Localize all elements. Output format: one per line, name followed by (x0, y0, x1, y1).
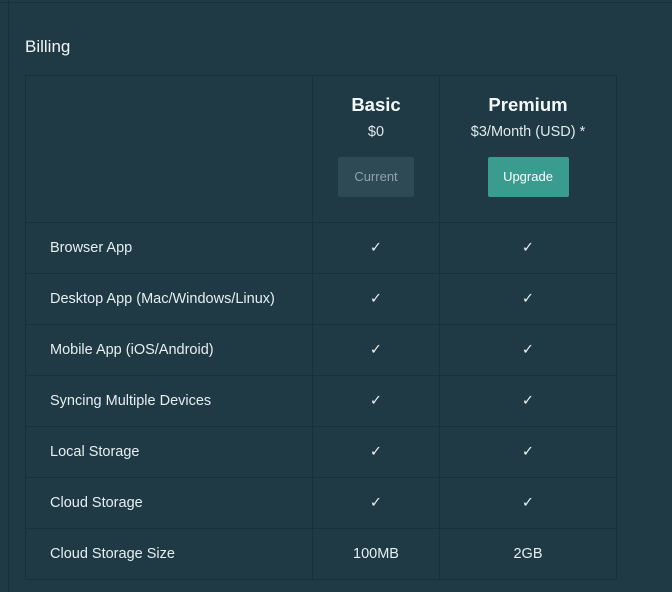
feature-label: Desktop App (Mac/Windows/Linux) (25, 273, 313, 325)
feature-label: Cloud Storage (25, 477, 313, 529)
upgrade-button[interactable]: Upgrade (487, 157, 569, 197)
check-icon: ✓ (312, 273, 440, 325)
table-row: Browser App ✓ ✓ (25, 222, 617, 274)
billing-page: Billing Basic $0 Current Premium $3/Mont… (0, 0, 672, 592)
plan-premium: Premium $3/Month (USD) * Upgrade (439, 75, 617, 223)
check-icon: ✓ (439, 477, 617, 529)
table-row: Desktop App (Mac/Windows/Linux) ✓ ✓ (25, 273, 617, 325)
storage-size-basic: 100MB (312, 528, 440, 580)
check-icon: ✓ (439, 375, 617, 427)
plan-price-premium: $3/Month (USD) * (470, 124, 586, 140)
check-icon: ✓ (312, 324, 440, 376)
plan-name-basic: Basic (351, 94, 401, 115)
section-title: Billing (25, 37, 71, 56)
check-icon: ✓ (439, 324, 617, 376)
check-icon: ✓ (312, 426, 440, 478)
billing-plan-table: Basic $0 Current Premium $3/Month (USD) … (25, 75, 617, 580)
table-row: Syncing Multiple Devices ✓ ✓ (25, 375, 617, 427)
table-row: Local Storage ✓ ✓ (25, 426, 617, 478)
check-icon: ✓ (312, 222, 440, 274)
feature-label: Cloud Storage Size (25, 528, 313, 580)
check-icon: ✓ (439, 222, 617, 274)
left-divider (8, 0, 9, 592)
check-icon: ✓ (439, 426, 617, 478)
plan-name-premium: Premium (488, 94, 568, 115)
table-row: Mobile App (iOS/Android) ✓ ✓ (25, 324, 617, 376)
table-row: Cloud Storage ✓ ✓ (25, 477, 617, 529)
storage-size-premium: 2GB (439, 528, 617, 580)
current-plan-button[interactable]: Current (338, 157, 414, 197)
table-row: Cloud Storage Size 100MB 2GB (25, 528, 617, 580)
plan-price-basic: $0 (367, 124, 385, 140)
plan-header-row: Basic $0 Current Premium $3/Month (USD) … (25, 75, 617, 223)
check-icon: ✓ (312, 477, 440, 529)
empty-header-cell (25, 75, 313, 223)
feature-label: Local Storage (25, 426, 313, 478)
feature-label: Mobile App (iOS/Android) (25, 324, 313, 376)
check-icon: ✓ (439, 273, 617, 325)
feature-label: Syncing Multiple Devices (25, 375, 313, 427)
check-icon: ✓ (312, 375, 440, 427)
feature-label: Browser App (25, 222, 313, 274)
top-divider (0, 2, 672, 3)
plan-basic: Basic $0 Current (312, 75, 440, 223)
